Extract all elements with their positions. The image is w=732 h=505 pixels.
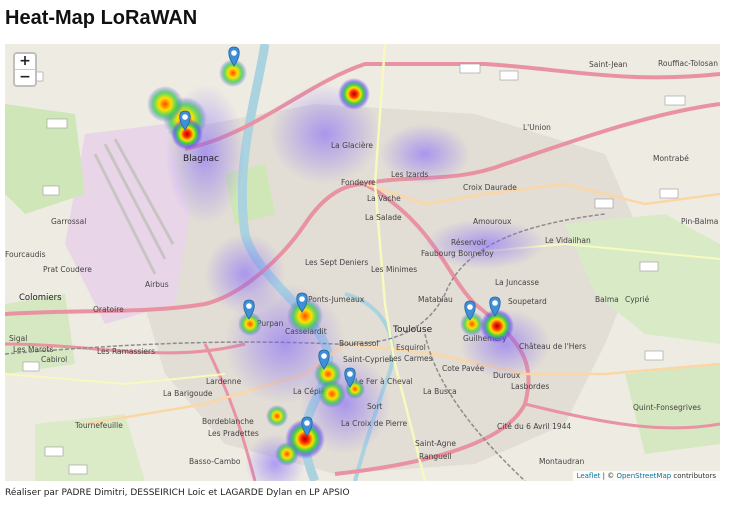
map-label: La Barigoude (163, 389, 213, 398)
heat-spot (480, 309, 514, 343)
heat-spot (338, 78, 370, 110)
map[interactable]: Saint-Jean Rouffiac-Tolosan L'Union Mont… (5, 44, 720, 481)
map-label: Bourrassol (339, 339, 379, 348)
map-label: Oratoire (93, 305, 124, 314)
map-label: L'Union (523, 123, 551, 132)
attribution-separator: | © (600, 472, 617, 480)
map-label: Les Ramassiers (97, 347, 155, 356)
map-label: Château de l'Hers (519, 342, 586, 351)
map-label: Saint-Cyprien (343, 355, 394, 364)
map-label: La Vache (367, 194, 401, 203)
map-label: Les Carmes (389, 354, 433, 363)
map-label: Le Vidailhan (545, 236, 591, 245)
leaflet-link[interactable]: Leaflet (577, 472, 601, 480)
map-label: Toulouse (392, 325, 433, 335)
map-label: Fourcaudis (5, 250, 46, 259)
map-label: Soupetard (508, 297, 547, 306)
map-label: Saint-Agne (415, 439, 456, 448)
map-label: Blagnac (183, 154, 219, 164)
map-label: Cyprié (625, 295, 650, 304)
map-label: Cote Pavée (442, 364, 485, 373)
map-label: Les Sept Deniers (305, 258, 368, 267)
map-attribution: Leaflet | © OpenStreetMap contributors (572, 471, 720, 481)
map-label: Tournefeuille (74, 421, 123, 430)
zoom-out-button[interactable]: − (15, 69, 35, 85)
heat-spot (266, 405, 288, 427)
map-label: La Croix de Pierre (341, 419, 407, 428)
map-label: Les Marots (13, 345, 53, 354)
map-label: Basso-Cambo (189, 457, 241, 466)
map-label: Pin-Balma (681, 217, 718, 226)
map-label: Prat Coudere (43, 265, 92, 274)
map-label: Matabiau (418, 295, 453, 304)
attribution-suffix: contributors (671, 472, 716, 480)
page-title: Heat-Map LoRaWAN (5, 7, 198, 29)
zoom-control: + − (13, 52, 37, 87)
map-label: Montaudran (539, 457, 585, 466)
footer-credits: Réaliser par PADRE Dimitri, DESSEIRICH L… (5, 488, 350, 498)
map-label: Faubourg Bonnefoy (421, 249, 494, 258)
map-label: Saint-Jean (589, 60, 628, 69)
map-label: Croix Daurade (463, 183, 517, 192)
heat-spot (147, 86, 183, 122)
map-label: Esquirol (396, 343, 426, 352)
heat-spot (318, 380, 346, 408)
map-label: Bordeblanche (202, 417, 254, 426)
map-label: La Salade (365, 213, 402, 222)
map-label: Airbus (145, 280, 169, 289)
map-label: Garrossal (51, 217, 86, 226)
map-label: La Glacière (331, 141, 373, 150)
map-label: Cité du 6 Avril 1944 (497, 422, 571, 431)
zoom-in-button[interactable]: + (15, 54, 35, 69)
green-area-northwest (5, 104, 85, 214)
map-label: Les Izards (391, 170, 428, 179)
map-label: Sort (367, 402, 382, 411)
map-label: Lardenne (206, 377, 242, 386)
map-label: La Busca (423, 387, 457, 396)
map-label: Duroux (493, 371, 521, 380)
map-label: Les Minimes (371, 265, 417, 274)
map-label: Colomiers (19, 293, 62, 303)
map-label: Rouffiac-Tolosan (658, 59, 718, 68)
map-label: La Juncasse (495, 278, 539, 287)
map-label: Rangueil (419, 452, 452, 461)
map-label: Sigal (9, 334, 27, 343)
map-label: Montrabé (653, 154, 689, 163)
map-label: Amouroux (473, 217, 512, 226)
map-label: Les Pradettes (208, 429, 259, 438)
map-label: Lasbordes (511, 382, 549, 391)
map-label: Cabirol (41, 355, 67, 364)
map-label: Quint-Fonsegrives (633, 403, 701, 412)
map-canvas[interactable]: Saint-Jean Rouffiac-Tolosan L'Union Mont… (5, 44, 720, 481)
map-label: Fondeyre (341, 178, 376, 187)
openstreetmap-link[interactable]: OpenStreetMap (616, 472, 671, 480)
heat-spot (275, 442, 299, 466)
map-label: Réservoir (451, 238, 487, 247)
map-label: Balma (595, 295, 619, 304)
